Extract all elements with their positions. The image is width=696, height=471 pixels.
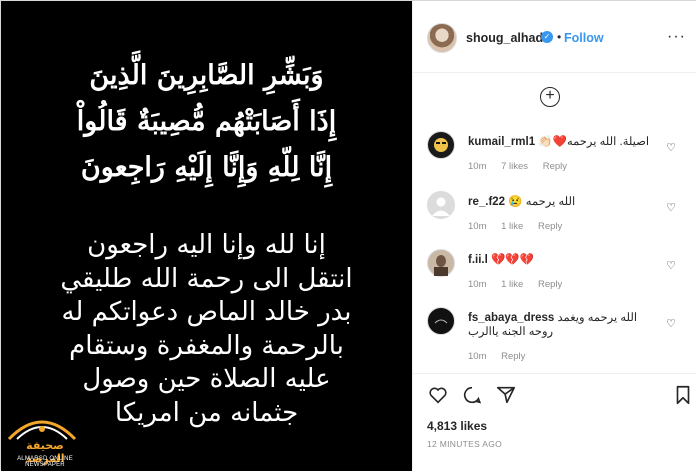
verse-line: وَبَشِّرِ الصَّابِرِينَ الَّذِينَ xyxy=(89,60,324,91)
avatar[interactable] xyxy=(427,23,457,53)
heart-icon[interactable]: ♡ xyxy=(666,201,676,214)
plus-circle-icon[interactable]: + xyxy=(540,87,560,107)
share-icon[interactable] xyxy=(495,384,517,406)
avatar[interactable] xyxy=(427,249,455,277)
separator-dot: • xyxy=(557,30,562,44)
comment-item: re_.f22 الله يرحمه 😢 10m 1 like Reply ♡ xyxy=(413,191,696,235)
avatar-photo-icon xyxy=(434,255,448,276)
comment-item: f.ii.l 💔💔💔 10m 1 like Reply ♡ xyxy=(413,249,696,293)
post-timestamp[interactable]: 12 MINUTES AGO xyxy=(427,439,502,449)
comment-meta: 10m 7 likes Reply xyxy=(468,161,579,172)
avatar[interactable] xyxy=(427,131,455,159)
announce-line: إنا لله وإنا اليه راجعون xyxy=(87,230,326,260)
watermark-sub: ALMARSD ONLINE NEWSPAPER xyxy=(17,456,73,468)
likes-count[interactable]: 4,813 likes xyxy=(427,419,487,433)
comment-likes[interactable]: 1 like xyxy=(501,279,523,290)
comment-body: re_.f22 الله يرحمه 😢 xyxy=(468,195,658,209)
comment-meta: 10m 1 like Reply xyxy=(468,279,574,290)
comment-item: kumail_rml1 اصيلة. الله يرحمه❤️👏🏻 10m 7 … xyxy=(413,131,696,175)
post-header: shoug_alhadii ✓ • Follow ··· xyxy=(413,1,696,73)
post-side-panel: shoug_alhadii ✓ • Follow ··· + kumail_rm… xyxy=(412,1,696,471)
follow-button[interactable]: Follow xyxy=(564,31,604,45)
comment-icon[interactable] xyxy=(461,384,483,406)
reply-button[interactable]: Reply xyxy=(501,351,525,362)
post-frame: وَبَشِّرِ الصَّابِرِينَ الَّذِينَ إِذَا … xyxy=(0,0,696,471)
verse-line: إِذَا أَصَابَتْهُم مُّصِيبَةٌ قَالُواْ xyxy=(76,106,337,137)
bookmark-icon[interactable] xyxy=(672,384,694,406)
announce-line: عليه الصلاة حين وصول xyxy=(82,364,331,394)
announce-line: بدر خالد الماص دعواتكم له xyxy=(61,297,352,327)
heart-icon[interactable]: ♡ xyxy=(666,317,676,330)
verified-badge-icon: ✓ xyxy=(541,31,553,43)
comment-text: 💔💔💔 xyxy=(491,254,534,266)
comment-body: kumail_rml1 اصيلة. الله يرحمه❤️👏🏻 xyxy=(468,135,658,149)
reply-button[interactable]: Reply xyxy=(538,221,562,232)
comment-time: 10m xyxy=(468,351,487,362)
brand-logo-icon xyxy=(434,319,448,324)
comment-username[interactable]: re_.f22 xyxy=(468,196,505,208)
comment-body: fs_abaya_dress الله يرحمه ويغمد روحه الج… xyxy=(468,311,658,339)
comment-time: 10m xyxy=(468,161,487,172)
heart-icon[interactable] xyxy=(427,384,449,406)
comment-text: اصيلة. الله يرحمه❤️👏🏻 xyxy=(538,136,650,148)
comment-time: 10m xyxy=(468,279,487,290)
comment-username[interactable]: fs_abaya_dress xyxy=(468,312,554,324)
avatar[interactable] xyxy=(427,191,455,219)
reply-button[interactable]: Reply xyxy=(543,161,567,172)
comment-item: fs_abaya_dress الله يرحمه ويغمد روحه الج… xyxy=(413,307,696,365)
default-avatar-icon xyxy=(432,197,450,216)
verse-line: إِنَّا لِلّهِ وَإِنَّا إِلَيْهِ رَاجِعون… xyxy=(80,152,333,183)
ellipsis-icon[interactable]: ··· xyxy=(667,28,686,46)
comment-text: الله يرحمه 😢 xyxy=(508,196,576,208)
comment-username[interactable]: f.ii.l xyxy=(468,254,488,266)
avatar[interactable] xyxy=(427,307,455,335)
comment-meta: 10m 1 like Reply xyxy=(468,221,574,232)
announce-line: بالرحمة والمغفرة وستقام xyxy=(69,330,344,361)
header-username[interactable]: shoug_alhadii xyxy=(466,31,550,45)
post-footer: 4,813 likes 12 MINUTES AGO xyxy=(413,373,696,471)
comment-likes[interactable]: 7 likes xyxy=(501,161,528,172)
heart-icon[interactable]: ♡ xyxy=(666,259,676,272)
announce-line: انتقل الى رحمة الله طليقي xyxy=(60,263,353,294)
comment-time: 10m xyxy=(468,221,487,232)
comment-body: f.ii.l 💔💔💔 xyxy=(468,253,658,267)
comment-meta: 10m Reply xyxy=(468,351,537,362)
quran-verse: وَبَشِّرِ الصَّابِرِينَ الَّذِينَ إِذَا … xyxy=(21,53,392,191)
reply-button[interactable]: Reply xyxy=(538,279,562,290)
comment-likes[interactable]: 1 like xyxy=(501,221,523,232)
heart-icon[interactable]: ♡ xyxy=(666,141,676,154)
comment-username[interactable]: kumail_rml1 xyxy=(468,136,535,148)
avatar-face-icon xyxy=(434,138,448,152)
